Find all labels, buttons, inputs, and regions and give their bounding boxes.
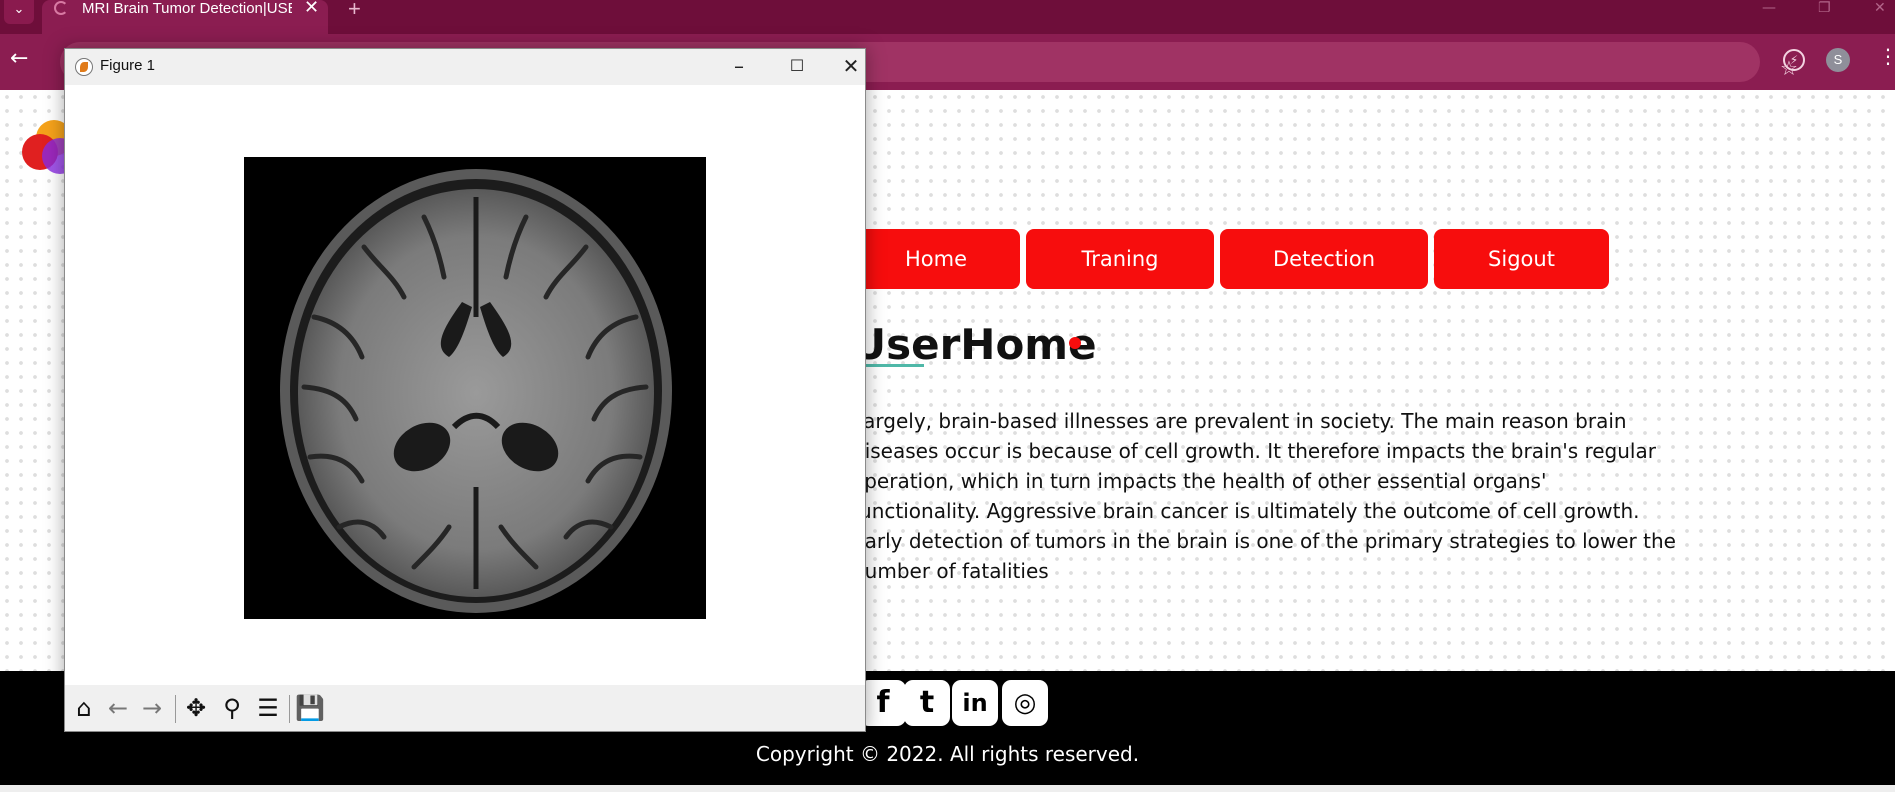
- configure-subplots-icon[interactable]: ☰: [253, 693, 283, 723]
- twitter-icon[interactable]: t: [904, 680, 950, 726]
- browser-menu-icon[interactable]: ⋮: [1878, 46, 1895, 66]
- figure-maximize-icon[interactable]: ☐: [777, 51, 817, 83]
- loading-spinner-icon: [54, 1, 68, 15]
- back-arrow-icon[interactable]: ←: [103, 693, 133, 723]
- nav-training-button[interactable]: Traning: [1026, 229, 1214, 289]
- toolbar-separator: [289, 695, 290, 723]
- zoom-icon[interactable]: ⚲: [217, 693, 247, 723]
- page-title: UserHome: [852, 320, 1097, 369]
- browser-restore-icon[interactable]: ❐: [1818, 0, 1831, 16]
- browser-tab[interactable]: MRI Brain Tumor Detection|USER ✕: [42, 0, 328, 34]
- pan-icon[interactable]: ✥: [181, 693, 211, 723]
- tab-title: MRI Brain Tumor Detection|USER: [82, 0, 292, 17]
- figure-canvas[interactable]: [65, 85, 865, 685]
- new-tab-button[interactable]: +: [348, 0, 361, 22]
- forward-arrow-icon[interactable]: →: [137, 693, 167, 723]
- save-icon[interactable]: 💾: [295, 693, 325, 723]
- figure-title: Figure 1: [100, 57, 156, 74]
- browser-tabstrip: ⌄ MRI Brain Tumor Detection|USER ✕ + — ❐…: [0, 0, 1895, 34]
- mri-brain-image: [244, 157, 706, 619]
- browser-close-icon[interactable]: ✕: [1874, 0, 1886, 16]
- paragraph-line: functionality. Aggressive brain cancer i…: [852, 499, 1640, 523]
- paragraph-line: Largely, brain-based illnesses are preva…: [852, 409, 1627, 433]
- tab-close-icon[interactable]: ✕: [304, 0, 319, 17]
- toolbar-separator: [175, 695, 176, 723]
- figure-close-icon[interactable]: ✕: [835, 51, 867, 83]
- nav-signout-button[interactable]: Sigout: [1434, 229, 1609, 289]
- figure-toolbar: ⌂ ← → ✥ ⚲ ☰ 💾: [65, 685, 865, 731]
- paragraph-line: Early detection of tumors in the brain i…: [852, 529, 1676, 553]
- facebook-icon[interactable]: f: [860, 680, 906, 726]
- nav-home-button[interactable]: Home: [852, 229, 1020, 289]
- figure-window: Figure 1 – ☐ ✕ ⌂ ← → ✥ ⚲ ☰ 💾: [64, 48, 866, 732]
- extensions-icon[interactable]: ⚡: [1783, 49, 1805, 71]
- copyright-text: Copyright © 2022. All rights reserved.: [755, 742, 1140, 766]
- paragraph-line: operation, which in turn impacts the hea…: [852, 469, 1547, 493]
- home-icon[interactable]: ⌂: [69, 693, 99, 723]
- paragraph-line: diseases occur is because of cell growth…: [852, 439, 1656, 463]
- linkedin-icon[interactable]: in: [952, 680, 998, 726]
- profile-avatar[interactable]: S: [1826, 48, 1850, 72]
- nav-detection-button[interactable]: Detection: [1220, 229, 1428, 289]
- tab-search-button[interactable]: ⌄: [4, 0, 34, 24]
- intro-paragraph: Largely, brain-based illnesses are preva…: [852, 406, 1676, 586]
- matplotlib-icon: [75, 58, 93, 76]
- instagram-icon[interactable]: ◎: [1002, 680, 1048, 726]
- footer-bottom-strip: [0, 785, 1895, 792]
- figure-titlebar[interactable]: Figure 1 – ☐ ✕: [65, 49, 865, 85]
- heading-dot: [1069, 337, 1081, 349]
- paragraph-line: number of fatalities: [852, 559, 1049, 583]
- back-button[interactable]: ←: [10, 48, 28, 70]
- browser-minimize-icon[interactable]: —: [1762, 0, 1776, 16]
- figure-minimize-icon[interactable]: –: [719, 51, 759, 83]
